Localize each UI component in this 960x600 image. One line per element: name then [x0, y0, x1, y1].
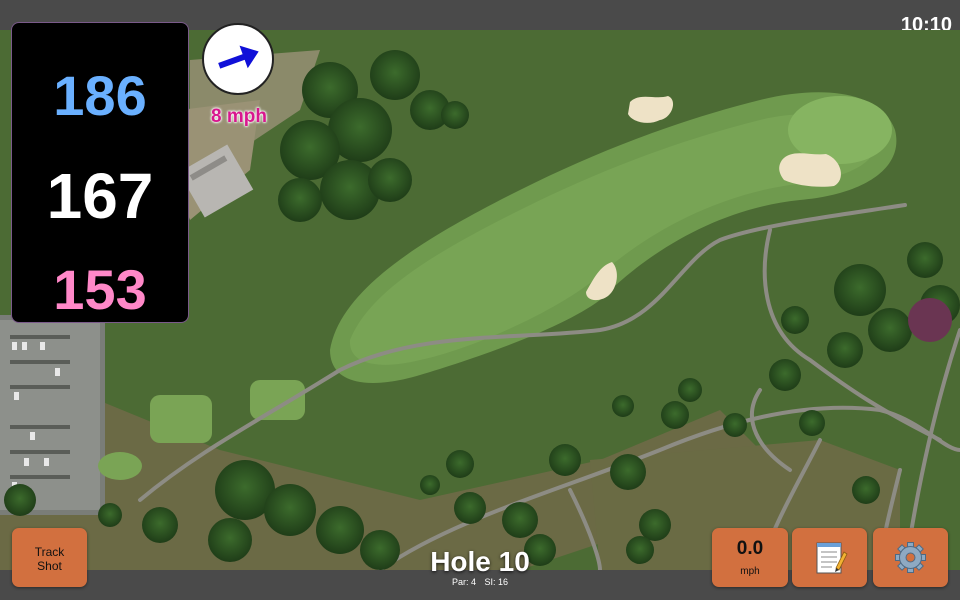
notes-button[interactable] [792, 528, 867, 587]
hole-info: Par: 4 SI: 16 [400, 577, 560, 587]
notepad-icon [816, 542, 848, 574]
wind-speed-label: 8 mph [211, 106, 267, 127]
arrow-right-icon [218, 45, 259, 69]
speed-value: 0.0 [736, 538, 764, 559]
track-shot-label-line2: Shot [37, 559, 62, 573]
track-shot-button[interactable]: Track Shot [12, 528, 87, 587]
speed-button[interactable]: 0.0 mph [712, 528, 788, 587]
front-distance: 153 [53, 258, 147, 321]
wind-direction-dial [202, 23, 274, 95]
hole-stroke-index: SI: 16 [484, 577, 509, 587]
hole-par: Par: 4 [451, 577, 476, 587]
back-distance: 186 [53, 64, 147, 127]
middle-distance: 167 [46, 160, 154, 232]
distance-panel: 186 167 153 [11, 22, 189, 323]
gear-icon [895, 542, 926, 573]
speed-unit: mph [740, 566, 760, 577]
settings-button[interactable] [873, 528, 948, 587]
track-shot-label-line1: Track [34, 545, 65, 559]
hole-title: Hole 10 [430, 546, 530, 577]
